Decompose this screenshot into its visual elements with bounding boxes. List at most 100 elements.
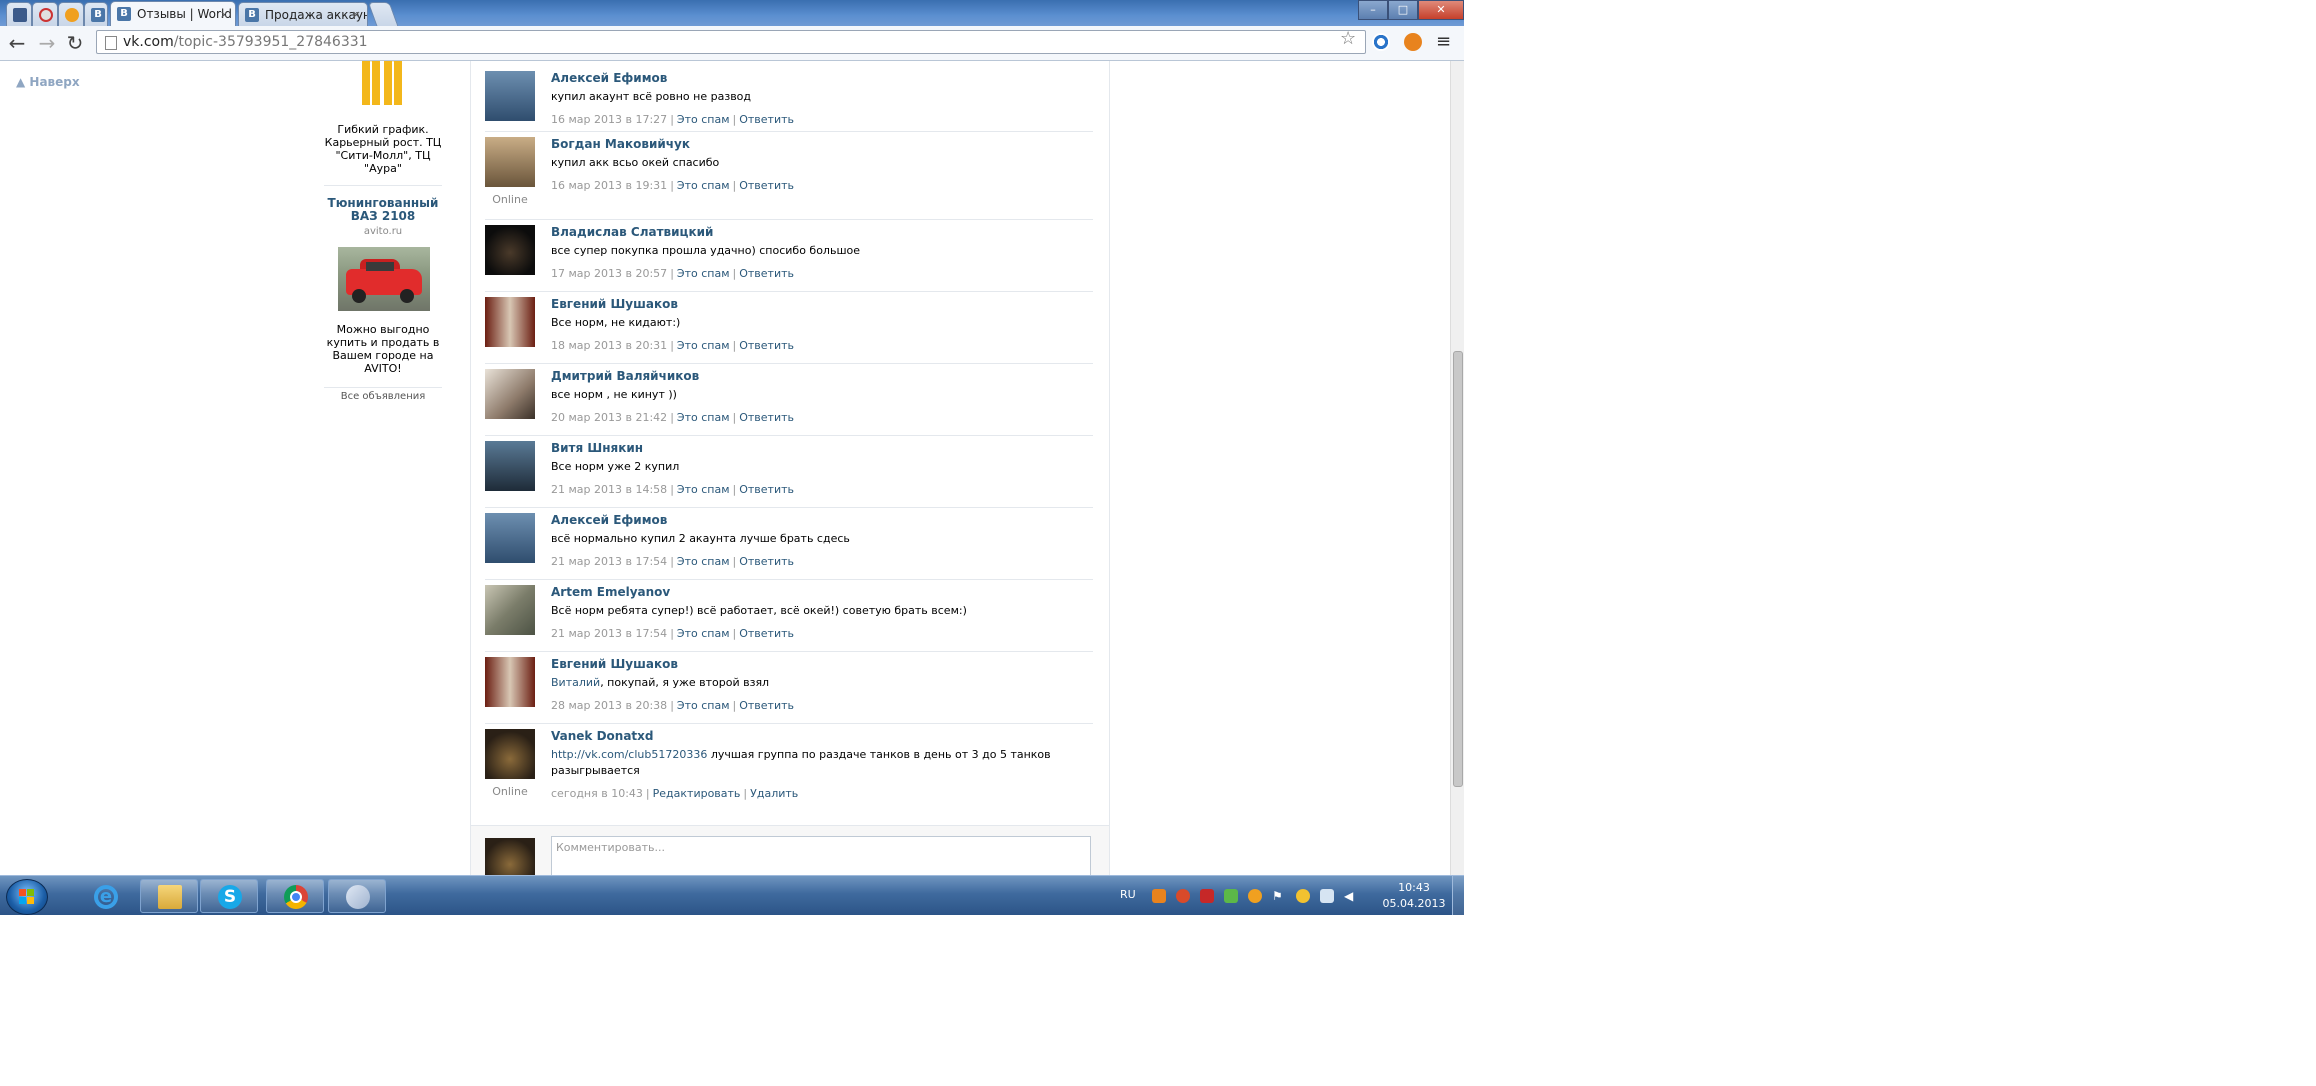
avatar[interactable] (485, 297, 535, 347)
spam-link[interactable]: Это спам (677, 483, 730, 496)
edit-link[interactable]: Редактировать (653, 787, 741, 800)
close-button[interactable]: ✕ (1418, 0, 1464, 20)
reply-link[interactable]: Ответить (739, 411, 794, 424)
comment-author[interactable]: Владислав Слатвицкий (551, 225, 713, 239)
comment-input[interactable]: Комментировать... (551, 836, 1091, 875)
spam-link[interactable]: Это спам (677, 113, 730, 126)
bookmark-star-icon[interactable]: ☆ (1340, 28, 1356, 49)
chrome-button[interactable] (266, 879, 324, 913)
comment-text: купил акаунт всё ровно не развод (551, 90, 752, 103)
reply-link[interactable]: Ответить (739, 555, 794, 568)
reply-link[interactable]: Ответить (739, 267, 794, 280)
spam-link[interactable]: Это спам (677, 555, 730, 568)
avatar[interactable] (485, 137, 535, 187)
minimize-button[interactable]: – (1358, 0, 1388, 20)
tab-sale[interactable]: B Продажа аккаунтов World × (238, 2, 368, 26)
comment-author[interactable]: Евгений Шушаков (551, 297, 678, 311)
my-avatar (485, 838, 535, 875)
all-ads-link[interactable]: Все объявления (322, 391, 444, 402)
delete-link[interactable]: Удалить (750, 787, 798, 800)
volume-icon[interactable]: ◀ (1344, 889, 1358, 903)
action-center-flag-icon[interactable]: ⚑ (1272, 889, 1286, 903)
avatar[interactable] (485, 585, 535, 635)
avatar[interactable] (485, 441, 535, 491)
reply-link[interactable]: Ответить (739, 699, 794, 712)
mcdonalds-logo[interactable] (348, 61, 418, 105)
reply-link[interactable]: Ответить (739, 339, 794, 352)
comment-text: всё нормально купил 2 акаунта лучше брат… (551, 532, 850, 545)
avatar[interactable] (485, 729, 535, 779)
comment-author[interactable]: Vanek Donatxd (551, 729, 653, 743)
ad2-title[interactable]: Тюнингованный ВАЗ 2108 (322, 197, 444, 223)
clock[interactable]: 10:43 05.04.2013 (1380, 880, 1448, 912)
comment: Витя Шнякин Все норм уже 2 купил 21 мар … (485, 435, 1093, 508)
file-explorer-button[interactable] (140, 879, 198, 913)
tray-icon[interactable] (1152, 889, 1166, 903)
screen: B B Отзывы | World of tanks × B Продажа … (0, 0, 1464, 915)
new-tab-button[interactable] (367, 2, 399, 26)
tab-4[interactable]: B (84, 2, 108, 26)
tray-icon[interactable] (1248, 889, 1262, 903)
spam-link[interactable]: Это спам (677, 179, 730, 192)
spam-link[interactable]: Это спам (677, 339, 730, 352)
page-scrollbar[interactable] (1450, 61, 1464, 875)
avatar[interactable] (485, 369, 535, 419)
reply-link[interactable]: Ответить (739, 483, 794, 496)
comment-author[interactable]: Алексей Ефимов (551, 513, 667, 527)
avatar[interactable] (485, 71, 535, 121)
menu-icon[interactable]: ≡ (1436, 31, 1451, 52)
spam-link[interactable]: Это спам (677, 699, 730, 712)
scrollbar-thumb[interactable] (1453, 351, 1463, 787)
tray-icon[interactable] (1200, 889, 1214, 903)
reply-link[interactable]: Ответить (739, 113, 794, 126)
group-link[interactable]: http://vk.com/club51720336 (551, 748, 707, 761)
tray-icon[interactable] (1224, 889, 1238, 903)
avatar[interactable] (485, 657, 535, 707)
tab-3[interactable] (58, 2, 84, 26)
vk-icon: B (117, 7, 131, 21)
spam-link[interactable]: Это спам (677, 627, 730, 640)
comment-meta: 21 мар 2013 в 14:58 | Это спам | Ответить (551, 483, 794, 496)
ad2-car-image[interactable] (338, 247, 430, 311)
tab-reviews[interactable]: B Отзывы | World of tanks × (110, 1, 236, 26)
mention-link[interactable]: Виталий (551, 676, 600, 689)
comment-author[interactable]: Богдан Маковийчук (551, 137, 690, 151)
network-icon[interactable] (1320, 889, 1334, 903)
paint-button[interactable] (328, 879, 386, 913)
tab-2[interactable] (32, 2, 58, 26)
address-bar[interactable]: vk.com/topic-35793951_27846331 (96, 30, 1366, 54)
comment-author[interactable]: Витя Шнякин (551, 441, 643, 455)
reload-icon[interactable]: ↻ (64, 32, 86, 54)
avatar[interactable] (485, 225, 535, 275)
address-path: /topic-35793951_27846331 (173, 34, 368, 50)
reply-link[interactable]: Ответить (739, 179, 794, 192)
tray-icon[interactable] (1296, 889, 1310, 903)
comment-author[interactable]: Евгений Шушаков (551, 657, 678, 671)
start-button[interactable] (6, 879, 48, 915)
ad1-text[interactable]: Гибкий график. Карьерный рост. ТЦ "Сити-… (322, 123, 444, 175)
tab-strip: B B Отзывы | World of tanks × B Продажа … (0, 0, 1464, 26)
comment-author[interactable]: Artem Emelyanov (551, 585, 670, 599)
avatar[interactable] (485, 513, 535, 563)
ad2-text[interactable]: Можно выгодно купить и продать в Вашем г… (322, 323, 444, 375)
skype-button[interactable]: S (200, 879, 258, 913)
tab-close-icon[interactable]: × (352, 8, 361, 21)
tray-icon[interactable] (1176, 889, 1190, 903)
maximize-button[interactable]: □ (1388, 0, 1418, 20)
extension-icon[interactable] (1372, 33, 1390, 51)
internet-explorer-button[interactable]: e (76, 879, 134, 913)
show-desktop-button[interactable] (1452, 876, 1464, 915)
comment-author[interactable]: Алексей Ефимов (551, 71, 667, 85)
extension-icon[interactable] (1404, 33, 1422, 51)
reply-link[interactable]: Ответить (739, 627, 794, 640)
spam-link[interactable]: Это спам (677, 411, 730, 424)
back-arrow-icon[interactable]: ← (6, 32, 28, 54)
language-indicator[interactable]: RU (1120, 888, 1136, 901)
back-to-top-link[interactable]: ▲ Наверх (16, 75, 80, 89)
tab-close-icon[interactable]: × (220, 8, 229, 21)
comment-author[interactable]: Дмитрий Валяйчиков (551, 369, 699, 383)
spam-link[interactable]: Это спам (677, 267, 730, 280)
tab-1[interactable] (6, 2, 32, 26)
forward-arrow-icon[interactable]: → (36, 32, 58, 54)
window-controls: – □ ✕ (1358, 0, 1464, 20)
